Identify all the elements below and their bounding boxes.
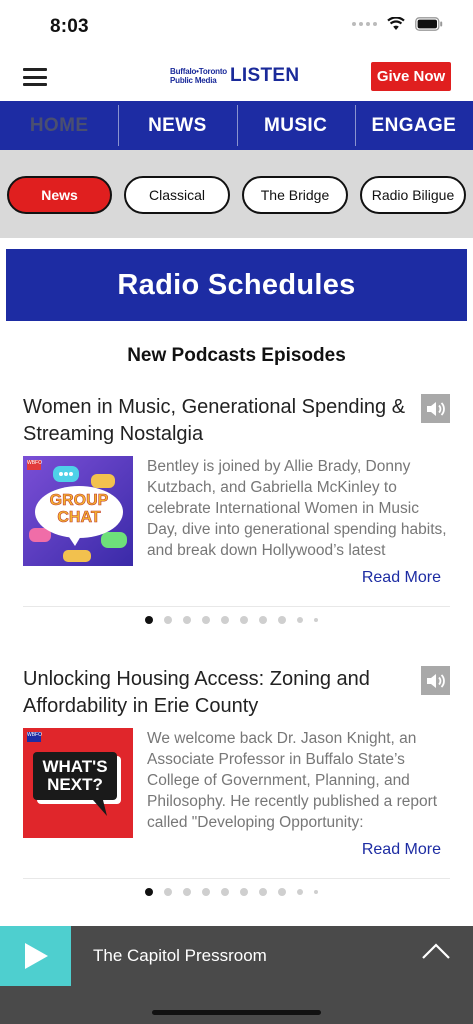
station-logo[interactable]: Buffalo•Toronto Public Media LISTEN: [170, 65, 299, 87]
logo-title: LISTEN: [229, 65, 300, 86]
app-header: Buffalo•Toronto Public Media LISTEN Give…: [0, 52, 473, 101]
podcast-card: Women in Music, Generational Spending & …: [23, 394, 450, 634]
cellular-signal-icon: [352, 22, 377, 26]
thumb-text-whats: WHAT'S: [42, 757, 108, 776]
nav-music[interactable]: MUSIC: [236, 101, 355, 150]
pager-dot[interactable]: [145, 888, 153, 896]
pager-dot[interactable]: [221, 616, 229, 624]
speaker-icon[interactable]: [421, 666, 450, 695]
carousel-pager[interactable]: [145, 616, 318, 624]
mini-player: The Capitol Pressroom: [0, 926, 473, 1024]
pager-dot[interactable]: [183, 616, 191, 624]
episode-description: Bentley is joined by Allie Brady, Donny …: [147, 458, 447, 559]
carousel-pager[interactable]: [145, 888, 318, 896]
thumb-text-group: GROUP: [49, 492, 109, 510]
pager-dot[interactable]: [240, 616, 248, 624]
station-selector: News Classical The Bridge Radio Biligue: [0, 150, 473, 238]
episode-thumbnail-group-chat[interactable]: GROUP CHAT WBFO: [23, 456, 133, 566]
pager-dot[interactable]: [314, 618, 318, 622]
play-button[interactable]: [0, 926, 71, 986]
pager-dot[interactable]: [164, 616, 172, 624]
pager-dot[interactable]: [145, 616, 153, 624]
station-pill-the-bridge[interactable]: The Bridge: [242, 176, 348, 214]
pager-dot[interactable]: [221, 888, 229, 896]
pager-dot[interactable]: [183, 888, 191, 896]
status-icons: [352, 17, 443, 31]
pager-dot[interactable]: [297, 889, 303, 895]
read-more-link[interactable]: Read More: [362, 841, 441, 859]
logo-subtitle: Buffalo•Toronto Public Media: [170, 67, 227, 85]
menu-icon[interactable]: [23, 68, 47, 86]
home-indicator: [152, 1010, 321, 1015]
pager-dot[interactable]: [297, 617, 303, 623]
nav-news[interactable]: NEWS: [118, 101, 236, 150]
status-bar: 8:03: [0, 0, 473, 52]
play-icon: [24, 943, 48, 969]
speaker-icon[interactable]: [421, 394, 450, 423]
podcast-card: Unlocking Housing Access: Zoning and Aff…: [23, 666, 450, 906]
thumb-text-next: NEXT?: [47, 775, 103, 794]
thumb-text-chat: CHAT: [57, 509, 101, 527]
station-pill-classical[interactable]: Classical: [124, 176, 230, 214]
episode-thumbnail-whats-next[interactable]: WHAT'S NEXT? WBFO: [23, 728, 133, 838]
station-pill-news[interactable]: News: [7, 176, 112, 214]
episode-title[interactable]: Unlocking Housing Access: Zoning and Aff…: [23, 666, 408, 720]
pager-dot[interactable]: [278, 888, 286, 896]
pager-dot[interactable]: [202, 888, 210, 896]
now-playing-title[interactable]: The Capitol Pressroom: [93, 946, 267, 966]
read-more-link[interactable]: Read More: [362, 569, 441, 587]
card-divider: [23, 606, 450, 607]
pager-dot[interactable]: [278, 616, 286, 624]
nav-engage[interactable]: ENGAGE: [354, 101, 473, 150]
main-nav: HOME NEWS MUSIC ENGAGE: [0, 101, 473, 150]
pager-dot[interactable]: [164, 888, 172, 896]
pager-dot[interactable]: [202, 616, 210, 624]
pager-dot[interactable]: [259, 888, 267, 896]
logo-line-2: Public Media: [170, 76, 217, 85]
thumb-badge: WBFO: [27, 732, 42, 738]
nav-home[interactable]: HOME: [0, 101, 118, 150]
episode-description: We welcome back Dr. Jason Knight, an Ass…: [147, 730, 438, 831]
podcasts-section-title: New Podcasts Episodes: [127, 345, 346, 366]
station-pill-radio-biligue[interactable]: Radio Biligue: [360, 176, 466, 214]
wifi-icon: [387, 17, 405, 30]
logo-line-1: Buffalo•Toronto: [170, 67, 227, 76]
chevron-up-icon[interactable]: [421, 942, 451, 960]
pager-dot[interactable]: [240, 888, 248, 896]
card-divider: [23, 878, 450, 879]
radio-schedules-banner[interactable]: Radio Schedules: [6, 249, 467, 321]
pager-dot[interactable]: [259, 616, 267, 624]
pager-dot[interactable]: [314, 890, 318, 894]
episode-title[interactable]: Women in Music, Generational Spending & …: [23, 394, 408, 448]
thumb-badge: WBFO: [27, 460, 42, 466]
give-now-button[interactable]: Give Now: [371, 62, 451, 91]
status-time: 8:03: [50, 16, 89, 37]
battery-icon: [415, 17, 443, 31]
